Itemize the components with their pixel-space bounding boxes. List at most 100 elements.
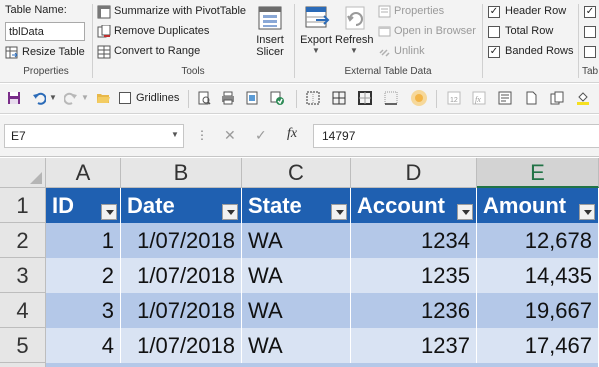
summarize-pivot-label: Summarize with PivotTable	[114, 5, 247, 17]
table-header-cell[interactable]: Account	[351, 188, 477, 223]
folder-open-icon[interactable]	[96, 91, 110, 105]
redo-dropdown-icon[interactable]: ▼	[81, 93, 89, 102]
gridlines-label: Gridlines	[136, 92, 180, 104]
table-name-input[interactable]	[5, 22, 85, 41]
increase-decimal-icon[interactable]: 12	[447, 91, 461, 105]
print-preview-icon[interactable]	[197, 91, 211, 105]
column-header-a[interactable]: A	[46, 158, 121, 188]
table-cell[interactable]: 1236	[351, 293, 477, 328]
table-cell[interactable]: 1/07/2018	[121, 258, 242, 293]
row-header-2[interactable]: 2	[0, 223, 46, 258]
banded-columns-checkbox[interactable]	[584, 46, 596, 58]
last-column-checkbox[interactable]	[584, 26, 596, 38]
table-cell[interactable]: 1	[46, 223, 121, 258]
filter-dropdown-button[interactable]	[222, 204, 238, 220]
fill-highlight-icon[interactable]	[410, 89, 428, 107]
worksheet-grid: A B C D E 1 2 3 4 5 ID Date State Accoun…	[0, 158, 599, 367]
insert-function-icon[interactable]: fx	[472, 91, 486, 105]
first-column-checkbox[interactable]: ✓	[584, 6, 596, 18]
table-cell[interactable]: WA	[242, 328, 351, 363]
insert-slicer-button[interactable]: Insert Slicer	[252, 4, 288, 64]
resize-table-button[interactable]: Resize Table	[5, 45, 87, 61]
table-header-cell[interactable]: Date	[121, 188, 242, 223]
convert-to-range-button[interactable]: Convert to Range	[97, 44, 247, 60]
table-cell[interactable]: 2	[46, 258, 121, 293]
table-cell[interactable]: 12,678	[477, 223, 599, 258]
table-row-partial[interactable]	[46, 363, 599, 367]
select-all-button[interactable]	[0, 158, 46, 188]
row-header-1[interactable]: 1	[0, 188, 46, 223]
enter-icon[interactable]: ✓	[255, 127, 267, 144]
row-header-4[interactable]: 4	[0, 293, 46, 328]
spell-check-icon[interactable]	[270, 91, 284, 105]
new-document-icon[interactable]	[524, 91, 538, 105]
filter-dropdown-button[interactable]	[457, 204, 473, 220]
table-cell[interactable]: 1235	[351, 258, 477, 293]
row-header-6[interactable]	[0, 363, 46, 367]
gridlines-toggle[interactable]: Gridlines	[119, 91, 183, 107]
row-header-3[interactable]: 3	[0, 258, 46, 293]
table-header-cell[interactable]: Amount	[477, 188, 599, 223]
borders-all-icon[interactable]	[332, 91, 346, 105]
group-divider	[578, 4, 579, 78]
column-header-d[interactable]: D	[351, 158, 477, 188]
filter-dropdown-button[interactable]	[331, 204, 347, 220]
table-cell[interactable]: 1234	[351, 223, 477, 258]
table-cell[interactable]: 1/07/2018	[121, 328, 242, 363]
header-row-checkbox[interactable]: ✓ Header Row	[488, 4, 578, 20]
column-header-e[interactable]: E	[477, 158, 599, 188]
name-box[interactable]: E7	[4, 124, 184, 148]
table-cell[interactable]: WA	[242, 223, 351, 258]
clear-formatting-icon[interactable]	[498, 91, 512, 105]
table-cell[interactable]: 1237	[351, 328, 477, 363]
print-icon[interactable]	[221, 91, 235, 105]
filter-dropdown-button[interactable]	[101, 204, 117, 220]
column-header-b[interactable]: B	[121, 158, 242, 188]
table-header-cell[interactable]: State	[242, 188, 351, 223]
undo-dropdown-icon[interactable]: ▼	[49, 93, 57, 102]
table-cell[interactable]: 17,467	[477, 328, 599, 363]
borders-none-icon[interactable]	[384, 91, 398, 105]
cancel-icon[interactable]: ✕	[224, 127, 236, 144]
banded-rows-checkbox[interactable]: ✓ Banded Rows	[488, 44, 578, 60]
fill-color-icon[interactable]	[576, 91, 590, 105]
insert-function-button[interactable]: fx	[287, 126, 297, 142]
page-setup-icon[interactable]	[245, 91, 259, 105]
table-header-cell[interactable]: ID	[46, 188, 121, 223]
properties-button[interactable]: Properties	[378, 4, 488, 20]
banded-rows-label: Banded Rows	[505, 45, 574, 57]
table-cell[interactable]: 3	[46, 293, 121, 328]
row-header-5[interactable]: 5	[0, 328, 46, 363]
chevron-down-icon: ▼	[350, 46, 358, 55]
export-icon	[305, 6, 330, 28]
borders-thick-icon[interactable]	[358, 91, 372, 105]
table-cell[interactable]: 4	[46, 328, 121, 363]
remove-duplicates-button[interactable]: Remove Duplicates	[97, 24, 247, 40]
export-button[interactable]: Export ▼	[298, 4, 334, 62]
column-header-c[interactable]: C	[242, 158, 351, 188]
external-data-group-label: External Table Data	[344, 66, 432, 77]
borders-outer-icon[interactable]	[306, 91, 320, 105]
table-cell[interactable]: 1/07/2018	[121, 293, 242, 328]
formula-input[interactable]: 14797	[313, 124, 599, 148]
name-box-dropdown-icon[interactable]: ▼	[171, 130, 179, 139]
total-row-checkbox[interactable]: Total Row	[488, 24, 578, 40]
undo-icon[interactable]	[32, 91, 46, 105]
refresh-button[interactable]: Refresh ▼	[335, 4, 374, 62]
redo-icon[interactable]	[64, 91, 78, 105]
quick-access-toolbar: ▼ ▼ Gridlines 12 fx	[0, 84, 599, 114]
resize-table-label: Resize Table	[22, 46, 85, 58]
summarize-pivot-button[interactable]: Summarize with PivotTable	[97, 4, 247, 20]
table-cell[interactable]: 19,667	[477, 293, 599, 328]
unlink-button[interactable]: Unlink	[378, 44, 488, 60]
table-cell[interactable]: WA	[242, 258, 351, 293]
style-options-group-label: Tab	[582, 66, 599, 77]
open-in-browser-button[interactable]: Open in Browser	[378, 24, 488, 40]
copy-format-icon[interactable]	[550, 91, 564, 105]
pivot-table-icon	[97, 5, 111, 19]
table-cell[interactable]: 14,435	[477, 258, 599, 293]
save-icon[interactable]	[7, 91, 21, 105]
table-cell[interactable]: WA	[242, 293, 351, 328]
table-cell[interactable]: 1/07/2018	[121, 223, 242, 258]
filter-dropdown-button[interactable]	[579, 204, 595, 220]
